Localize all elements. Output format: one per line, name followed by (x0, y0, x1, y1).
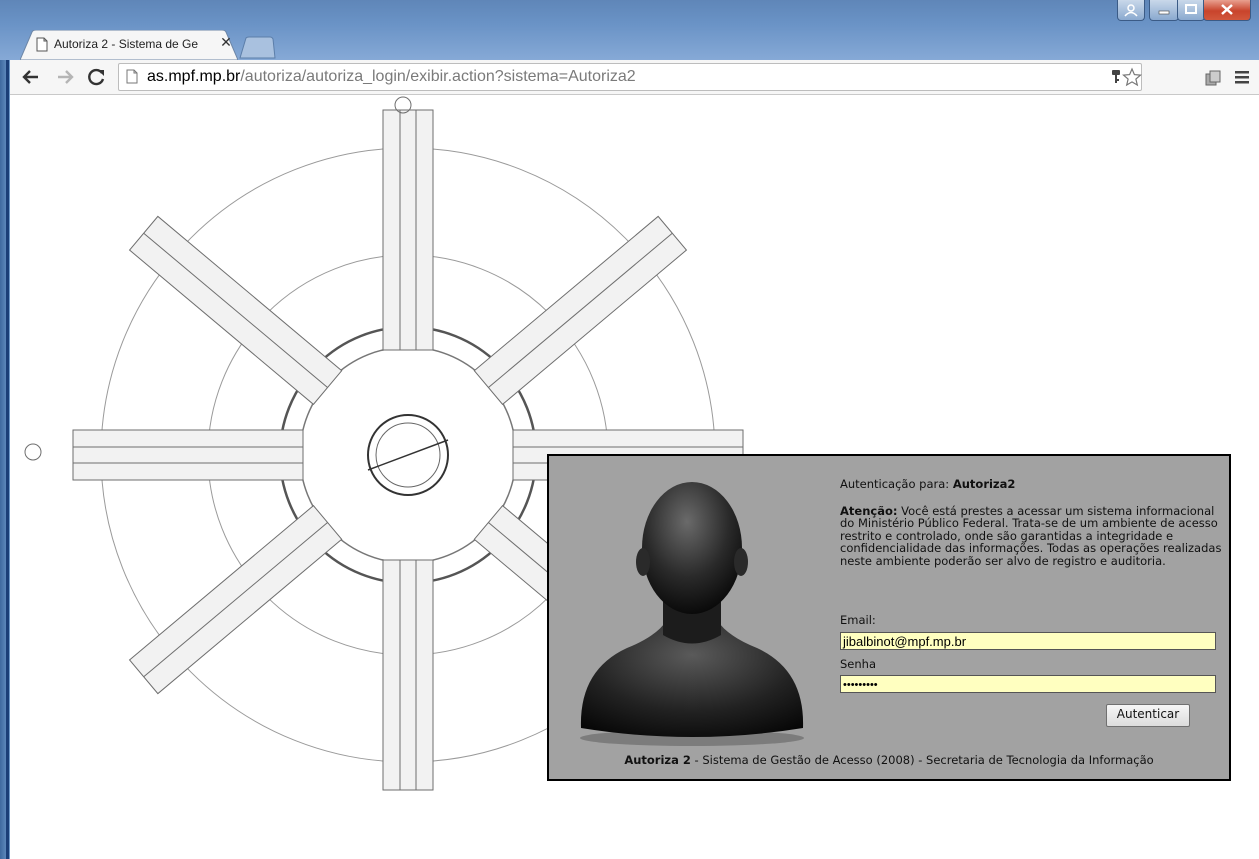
back-icon[interactable] (20, 66, 42, 88)
menu-icon[interactable] (1234, 69, 1250, 85)
login-info: Autenticação para: Autoriza2 Atenção: Vo… (840, 478, 1230, 567)
address-bar[interactable]: as.mpf.mp.br/autoriza/autoriza_login/exi… (118, 63, 1142, 91)
user-avatar-icon (580, 482, 804, 746)
page-content: Autenticação para: Autoriza2 Atenção: Vo… (10, 95, 1259, 859)
password-field[interactable]: ••••••••• (840, 675, 1216, 693)
extension-icon[interactable] (1204, 69, 1222, 87)
tab-title: Autoriza 2 - Sistema de Ge (54, 37, 199, 51)
maximize-button[interactable] (1177, 0, 1205, 21)
attention-notice: Atenção: Você está prestes a acessar um … (840, 503, 1230, 568)
new-tab-button[interactable] (238, 36, 276, 60)
footer-brand: Autoriza 2 (624, 753, 691, 767)
close-icon (1221, 4, 1233, 15)
forward-icon[interactable] (54, 66, 76, 88)
browser-toolbar: as.mpf.mp.br/autoriza/autoriza_login/exi… (10, 60, 1259, 95)
reload-icon[interactable] (86, 66, 108, 88)
auth-target-line: Autenticação para: Autoriza2 (840, 478, 1230, 491)
url-path: /autoriza/autoriza_login/exibir.action?s… (240, 68, 636, 85)
window-controls (1117, 0, 1259, 30)
url-text: as.mpf.mp.br/autoriza/autoriza_login/exi… (147, 67, 636, 87)
minimize-icon (1158, 10, 1170, 15)
password-label: Senha (840, 657, 876, 671)
email-label: Email: (840, 613, 876, 627)
minimize-button[interactable] (1149, 0, 1179, 21)
maximize-icon (1185, 4, 1197, 14)
login-footer: Autoriza 2 - Sistema de Gestão de Acesso… (549, 753, 1229, 767)
tab-active[interactable]: Autoriza 2 - Sistema de Ge ✕ (20, 30, 238, 60)
tab-close-icon[interactable]: ✕ (218, 35, 234, 51)
page-icon (36, 37, 48, 52)
auth-prefix: Autenticação para: (840, 477, 953, 491)
page-icon (126, 69, 138, 84)
attention-text: Você está prestes a acessar um sistema i… (840, 503, 1222, 568)
login-panel: Autenticação para: Autoriza2 Atenção: Vo… (547, 454, 1231, 781)
authenticate-button[interactable]: Autenticar (1106, 704, 1190, 727)
star-icon[interactable] (1122, 67, 1142, 87)
footer-text: - Sistema de Gestão de Acesso (2008) - S… (690, 753, 1154, 767)
system-name: Autoriza2 (952, 477, 1016, 491)
email-field[interactable]: jibalbinot@mpf.mp.br (840, 632, 1216, 650)
window-left-frame (0, 60, 10, 859)
close-window-button[interactable] (1203, 0, 1251, 21)
url-host: as.mpf.mp.br (147, 68, 241, 85)
key-icon[interactable] (1111, 69, 1121, 85)
profile-button[interactable] (1117, 0, 1145, 21)
user-icon (1124, 4, 1138, 17)
